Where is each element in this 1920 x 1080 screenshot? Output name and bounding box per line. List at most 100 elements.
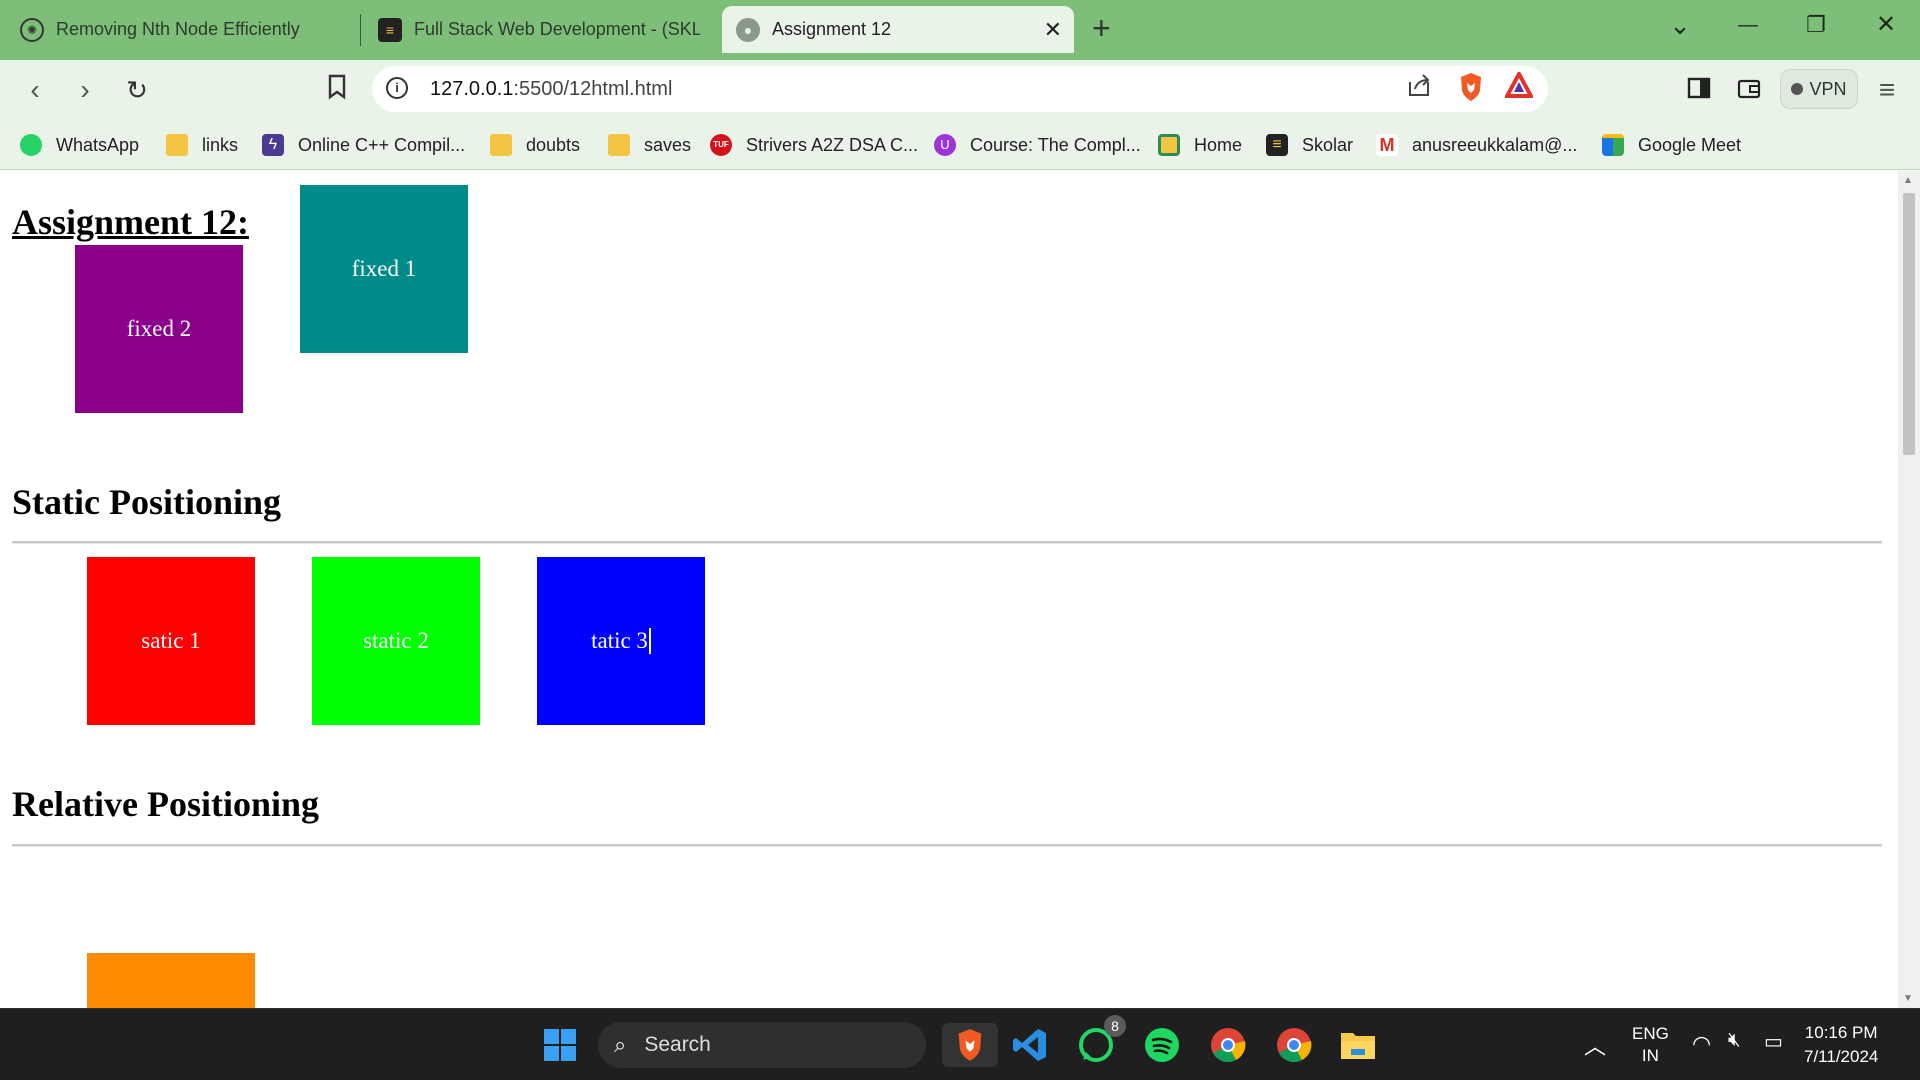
brave-browser-icon[interactable] [942,1023,998,1067]
sidebar-toggle-icon[interactable] [1682,74,1716,106]
lang-line2: IN [1641,1046,1659,1065]
forward-icon[interactable]: › [68,74,102,106]
bookmark-course[interactable]: U Course: The Compl... [934,130,1141,160]
skolar-icon: ≡ [378,17,402,42]
fixed-box-2: fixed 2 [75,245,243,413]
lang-line1: ENG [1632,1024,1669,1043]
bookmark-google-meet[interactable]: Google Meet [1602,130,1741,160]
relative-heading: Relative Positioning [12,784,319,824]
vpn-button[interactable]: VPN [1780,69,1858,109]
share-icon[interactable] [1402,72,1436,105]
menu-icon[interactable]: ≡ [1870,74,1904,106]
bookmark-label: WhatsApp [56,134,140,155]
bookmark-label: Skolar [1302,134,1354,155]
address-bar[interactable]: i 127.0.0.1:5500/12html.html [372,66,1548,112]
bookmarks-bar: WhatsApp links ϟ Online C++ Compil... do… [0,120,1920,170]
vscode-icon[interactable] [1008,1023,1052,1067]
bookmark-saves[interactable]: saves [608,130,691,160]
wifi-icon[interactable]: ◠ [1692,1031,1711,1057]
close-tab-icon[interactable]: ✕ [1044,17,1062,43]
bookmark-home[interactable]: Home [1158,130,1242,160]
search-placeholder: Search [644,1033,711,1056]
taskbar-search[interactable]: ⌕ Search [598,1022,926,1068]
gmail-icon: M [1376,134,1398,156]
bookmark-label: Online C++ Compil... [298,134,466,155]
bookmark-gmail[interactable]: M anusreeukkalam@... [1376,130,1577,160]
speaker-muted-icon[interactable]: 🔇︎ [1728,1029,1741,1052]
chrome-icon[interactable] [1206,1023,1250,1067]
folder-icon [166,134,188,156]
spotify-icon[interactable] [1140,1023,1184,1067]
reload-icon[interactable]: ↻ [120,74,154,106]
scroll-up-arrow-icon[interactable]: ▲ [1903,175,1913,186]
box-label: static 2 [363,628,429,653]
bookmark-label: Strivers A2Z DSA C... [746,134,919,155]
page-viewport: Assignment 12: fixed 1 fixed 2 Static Po… [0,171,1898,1008]
battery-icon[interactable]: ▭ [1764,1029,1783,1054]
static-box-1: satic 1 [87,557,255,725]
bookmark-doubts[interactable]: doubts [490,130,580,160]
bolt-icon: ϟ [262,134,284,156]
box-label: satic 1 [141,628,201,653]
bookmark-page-icon[interactable] [320,74,354,107]
tab-search-chevron-icon[interactable]: ⌄ [1660,10,1700,41]
bookmark-online-cpp[interactable]: ϟ Online C++ Compil... [262,130,465,160]
classroom-icon [1158,134,1180,156]
wallet-icon[interactable] [1732,74,1766,106]
skolar-icon: ≡ [1266,134,1288,156]
back-icon[interactable]: ‹ [18,74,52,106]
scroll-down-arrow-icon[interactable]: ▼ [1903,993,1913,1004]
tab-label: Full Stack Web Development - (SKLR [414,19,700,39]
bookmark-skolar[interactable]: ≡ Skolar [1266,130,1353,160]
time-text: 10:16 PM [1804,1023,1878,1042]
tab-label: Removing Nth Node Efficiently [56,19,300,39]
tab-assignment-12[interactable]: ● Assignment 12 ✕ [722,6,1074,53]
taskbar: ⌕ Search 8 ︿ ENG IN ◠ 🔇︎ ▭ 10:16 PM 7/11… [0,1008,1920,1080]
box-label: fixed 2 [126,316,192,341]
udemy-icon: U [934,134,956,156]
search-icon: ⌕ [614,1032,627,1057]
language-indicator[interactable]: ENG IN [1632,1023,1669,1067]
folder-icon [608,134,630,156]
tuf-icon: TUF [710,134,732,156]
bookmark-label: anusreeukkalam@... [1412,134,1578,155]
clock[interactable]: 10:16 PM 7/11/2024 [1804,1021,1878,1069]
close-window-button[interactable]: ✕ [1866,10,1906,39]
whatsapp-icon [20,134,42,156]
text-cursor [648,628,651,654]
static-heading: Static Positioning [12,482,282,522]
fixed-box-1: fixed 1 [300,185,468,353]
box-label: tatic 3 [591,628,648,653]
bookmark-label: Home [1194,134,1243,155]
scrollbar[interactable]: ▲ ▼ [1898,171,1920,1008]
page-title: Assignment 12: [12,202,250,242]
bookmark-links[interactable]: links [166,130,238,160]
chrome-profile-icon[interactable] [1272,1023,1316,1067]
tab-full-stack[interactable]: ≡ Full Stack Web Development - (SKLR [364,6,714,53]
bookmark-label: links [202,134,239,155]
url-text[interactable]: 127.0.0.1:5500/12html.html [430,78,672,101]
divider [12,541,1882,544]
static-box-2: static 2 [312,557,480,725]
meet-icon [1602,134,1624,156]
bookmark-whatsapp[interactable]: WhatsApp [20,130,139,160]
restore-button[interactable]: ❐ [1796,12,1836,38]
bookmark-label: Course: The Compl... [970,134,1141,155]
tab-label: Assignment 12 [772,19,892,39]
new-tab-button[interactable]: + [1092,12,1111,44]
file-explorer-icon[interactable] [1336,1023,1380,1067]
show-hidden-icons-icon[interactable]: ︿ [1584,1029,1606,1061]
vpn-status-icon [1791,83,1804,95]
notification-badge: 8 [1104,1015,1126,1037]
whatsapp-icon[interactable]: 8 [1074,1015,1126,1067]
tab-removing-nth-node[interactable]: ✺ Removing Nth Node Efficiently [6,6,356,53]
bookmark-strivers[interactable]: TUF Strivers A2Z DSA C... [710,130,918,160]
toolbar: ‹ › ↻ i 127.0.0.1:5500/12html.html VPN ≡ [0,60,1920,120]
windows-start-icon[interactable] [538,1023,582,1067]
minimize-button[interactable]: — [1728,14,1768,37]
brave-shields-icon[interactable] [1454,72,1488,109]
site-info-icon[interactable]: i [386,77,408,99]
scroll-thumb[interactable] [1903,193,1915,455]
relative-box-1 [87,953,255,1008]
brave-rewards-icon[interactable] [1502,69,1536,105]
